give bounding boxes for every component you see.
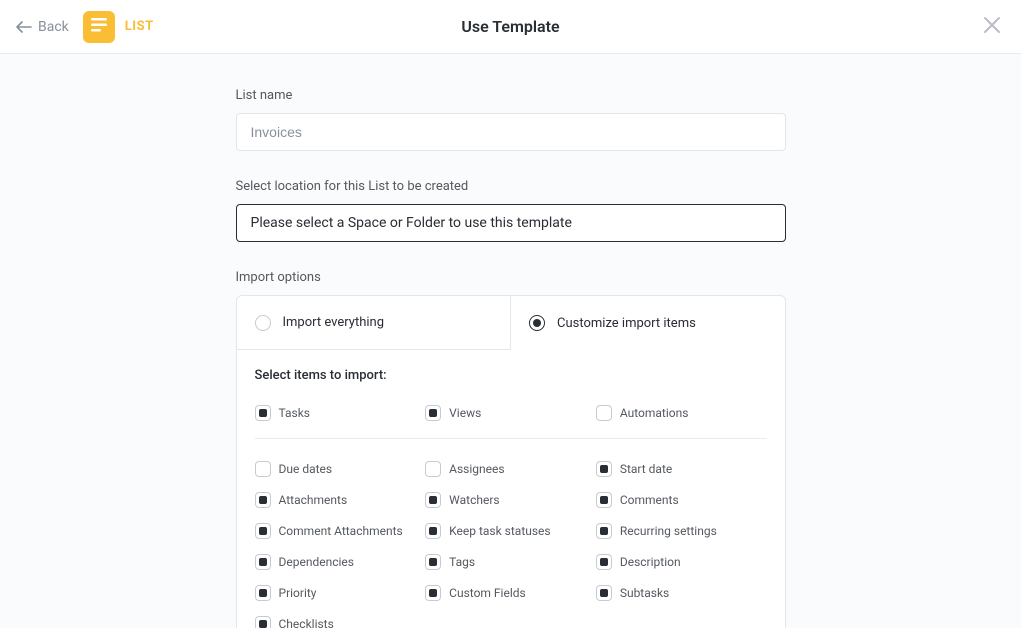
checkbox-icon bbox=[596, 585, 612, 601]
radio-icon bbox=[529, 315, 545, 331]
modal-title: Use Template bbox=[461, 17, 559, 36]
check-label: Checklists bbox=[279, 617, 334, 628]
check-label: Start date bbox=[620, 462, 672, 476]
list-badge bbox=[83, 11, 115, 43]
primary-checks: Tasks Views Automations bbox=[255, 397, 767, 428]
radio-customize-items[interactable]: Customize import items bbox=[511, 296, 785, 350]
badge-label: LIST bbox=[125, 19, 154, 34]
check-item[interactable]: Subtasks bbox=[596, 577, 767, 608]
check-label: Keep task statuses bbox=[449, 524, 550, 538]
check-item[interactable]: Automations bbox=[596, 397, 767, 428]
list-icon bbox=[91, 17, 107, 36]
check-label: Comments bbox=[620, 493, 679, 507]
customize-panel: Select items to import: Tasks Views Automa… bbox=[237, 350, 785, 628]
check-label: Automations bbox=[620, 406, 689, 420]
check-item[interactable]: Custom Fields bbox=[425, 577, 596, 608]
radio-label-everything: Import everything bbox=[283, 315, 385, 330]
checkbox-icon bbox=[596, 523, 612, 539]
check-item[interactable]: Due dates bbox=[255, 453, 426, 484]
checkbox-icon bbox=[255, 585, 271, 601]
checkbox-icon bbox=[255, 461, 271, 477]
checkbox-icon bbox=[596, 405, 612, 421]
check-item[interactable]: Start date bbox=[596, 453, 767, 484]
check-label: Due dates bbox=[279, 462, 333, 476]
check-label: Subtasks bbox=[620, 586, 669, 600]
checkbox-icon bbox=[255, 554, 271, 570]
modal-header: Back LIST Use Template bbox=[0, 0, 1021, 54]
back-button[interactable]: Back bbox=[16, 19, 69, 35]
check-label: Priority bbox=[279, 586, 317, 600]
checkbox-icon bbox=[425, 585, 441, 601]
checkbox-icon bbox=[425, 461, 441, 477]
checkbox-icon bbox=[255, 405, 271, 421]
checkbox-icon bbox=[255, 492, 271, 508]
check-label: Tags bbox=[449, 555, 475, 569]
radio-row: Import everything Customize import items bbox=[237, 296, 785, 350]
check-item[interactable]: Recurring settings bbox=[596, 515, 767, 546]
location-select[interactable]: Please select a Space or Folder to use t… bbox=[236, 204, 786, 242]
check-item[interactable]: Tasks bbox=[255, 397, 426, 428]
check-item[interactable]: Checklists bbox=[255, 608, 426, 628]
check-label: Recurring settings bbox=[620, 524, 717, 538]
check-item[interactable]: Priority bbox=[255, 577, 426, 608]
checkbox-icon bbox=[425, 492, 441, 508]
divider bbox=[255, 438, 767, 439]
check-item[interactable]: Comments bbox=[596, 484, 767, 515]
list-name-label: List name bbox=[236, 88, 786, 103]
check-label: Description bbox=[620, 555, 681, 569]
checkbox-icon bbox=[596, 461, 612, 477]
check-label: Views bbox=[449, 406, 481, 420]
import-options-box: Import everything Customize import items… bbox=[236, 295, 786, 628]
check-item[interactable]: Watchers bbox=[425, 484, 596, 515]
radio-icon bbox=[255, 315, 271, 331]
form: List name Select location for this List … bbox=[236, 54, 786, 628]
check-item[interactable]: Views bbox=[425, 397, 596, 428]
close-icon bbox=[983, 16, 1001, 38]
content-scroll[interactable]: List name Select location for this List … bbox=[0, 54, 1021, 628]
check-item[interactable]: Comment Attachments bbox=[255, 515, 426, 546]
checkbox-icon bbox=[425, 405, 441, 421]
back-label: Back bbox=[38, 19, 69, 35]
check-label: Attachments bbox=[279, 493, 348, 507]
check-item[interactable]: Assignees bbox=[425, 453, 596, 484]
checkbox-icon bbox=[596, 554, 612, 570]
list-name-input[interactable] bbox=[236, 113, 786, 151]
radio-label-customize: Customize import items bbox=[557, 316, 696, 331]
location-label: Select location for this List to be crea… bbox=[236, 179, 786, 194]
check-item[interactable]: Keep task statuses bbox=[425, 515, 596, 546]
checkbox-icon bbox=[425, 523, 441, 539]
checkbox-icon bbox=[425, 554, 441, 570]
check-label: Dependencies bbox=[279, 555, 354, 569]
check-label: Assignees bbox=[449, 462, 504, 476]
check-label: Comment Attachments bbox=[279, 524, 403, 538]
check-item[interactable]: Dependencies bbox=[255, 546, 426, 577]
import-options-label: Import options bbox=[236, 270, 786, 285]
check-label: Tasks bbox=[279, 406, 311, 420]
checkbox-icon bbox=[255, 616, 271, 628]
checkbox-icon bbox=[255, 523, 271, 539]
location-placeholder: Please select a Space or Folder to use t… bbox=[251, 215, 572, 231]
check-item[interactable]: Description bbox=[596, 546, 767, 577]
check-item[interactable]: Attachments bbox=[255, 484, 426, 515]
close-button[interactable] bbox=[983, 16, 1001, 38]
arrow-left-icon bbox=[16, 21, 32, 33]
select-items-label: Select items to import: bbox=[255, 368, 767, 383]
radio-import-everything[interactable]: Import everything bbox=[237, 296, 512, 350]
checkbox-icon bbox=[596, 492, 612, 508]
check-label: Watchers bbox=[449, 493, 499, 507]
check-label: Custom Fields bbox=[449, 586, 526, 600]
check-item[interactable]: Tags bbox=[425, 546, 596, 577]
secondary-checks: Due dates Assignees Start date Attachments W… bbox=[255, 453, 767, 628]
